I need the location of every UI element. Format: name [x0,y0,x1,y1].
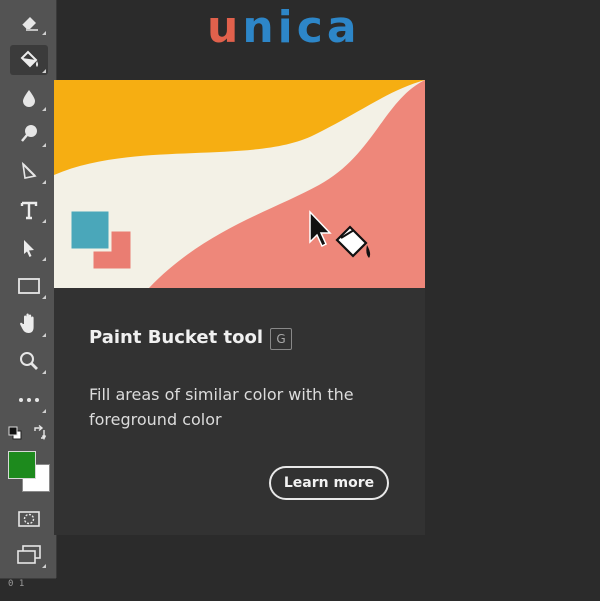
type-tool[interactable] [10,195,48,225]
tooltip-title: Paint Bucket tool [89,327,263,348]
tool-group-indicator [42,564,46,568]
eraser-icon [21,17,38,31]
tooltip-description: Fill areas of similar color with the for… [89,385,354,429]
pen-tool[interactable] [10,156,48,186]
zoom-icon [20,352,38,370]
rectangle-tool[interactable] [10,271,48,301]
path-selection-icon [24,240,34,257]
default-colors-icon [8,426,22,440]
tool-group-indicator [42,409,46,413]
tool-group-indicator [42,333,46,337]
tool-group-indicator [42,31,46,35]
more-tools-button[interactable] [10,385,48,415]
tool-group-indicator [42,69,46,73]
screen-mode-button[interactable] [10,540,48,570]
pen-icon [21,161,37,179]
foreground-color-square [68,208,112,252]
more-tools-icon [19,398,39,402]
paint-bucket-tooltip: Paint Bucket tool G Fill areas of simila… [54,80,425,535]
unica-logo: unica [207,4,361,52]
screen-mode-icon [17,545,41,564]
swap-arrows-icon [34,425,47,441]
zoom-tool[interactable] [10,346,48,376]
quick-mask-button[interactable] [10,504,48,534]
tool-group-indicator [42,219,46,223]
rectangle-icon [18,278,40,294]
dodge-icon [21,125,37,142]
tool-group-indicator [42,370,46,374]
eraser-tool[interactable] [10,7,48,37]
hand-icon [20,313,34,333]
default-colors-button[interactable] [5,423,25,443]
learn-more-button[interactable]: Learn more [269,466,389,500]
swap-colors-button[interactable] [30,423,50,443]
hand-tool[interactable] [10,309,48,339]
tool-group-indicator [42,295,46,299]
shortcut-key-badge: G [270,328,292,350]
tool-group-indicator [42,257,46,261]
foreground-color-swatch[interactable] [8,451,36,479]
ruler-label: 0 1 [8,579,25,589]
logo-letters: nica [242,2,361,53]
dodge-tool[interactable] [10,119,48,149]
tool-group-indicator [42,143,46,147]
tool-group-indicator [42,107,46,111]
tool-group-indicator [42,180,46,184]
logo-letter-u: u [207,2,243,53]
paint-bucket-tool[interactable] [10,45,48,75]
blur-tool[interactable] [10,83,48,113]
paint-bucket-icon [20,50,38,68]
type-icon [20,201,38,220]
path-selection-tool[interactable] [10,233,48,263]
tooltip-illustration [54,80,425,288]
quick-mask-icon [18,511,40,527]
blur-drop-icon [23,90,35,107]
ruler: 0 1 [0,578,56,601]
tools-panel [0,0,57,578]
